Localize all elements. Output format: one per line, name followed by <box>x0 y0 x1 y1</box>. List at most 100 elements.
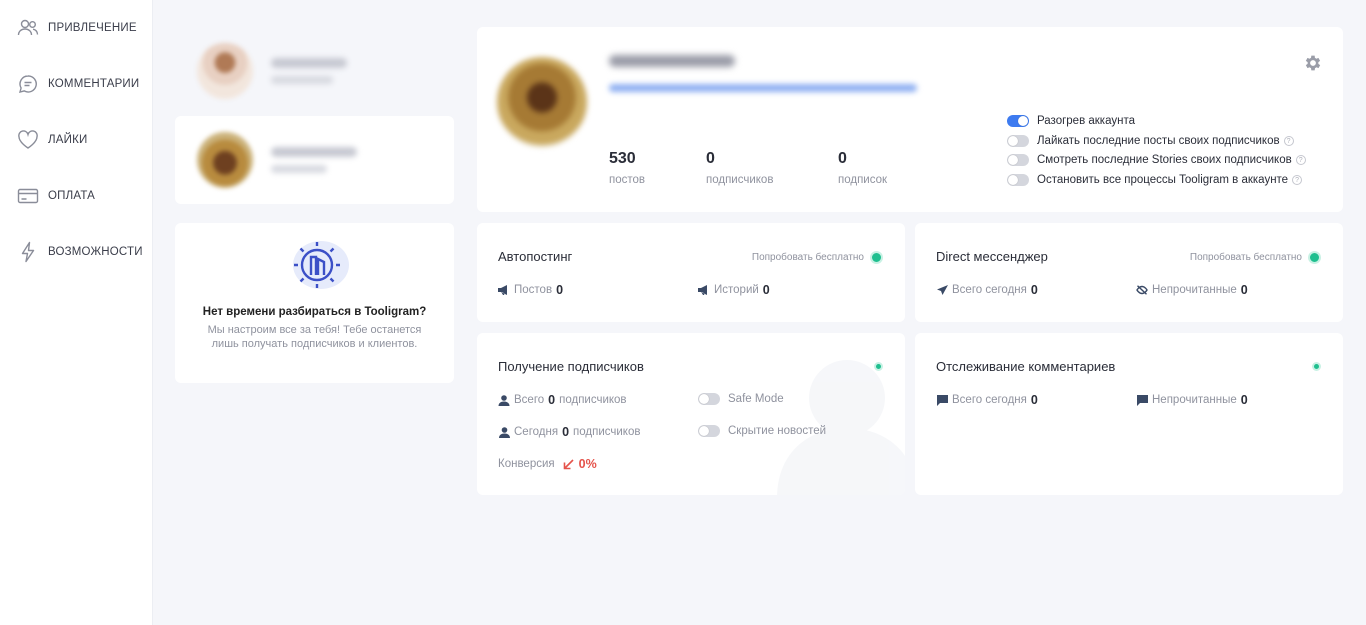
comments-title: Отслеживание комментариев <box>936 359 1116 374</box>
metric-unread: Непрочитанные 0 <box>1136 393 1248 407</box>
comment-icon <box>1136 394 1148 406</box>
autoposting-title: Автопостинг <box>498 249 573 264</box>
sidebar-item-label: ОПЛАТА <box>48 190 96 202</box>
metric-label: Непрочитанные <box>1152 394 1237 406</box>
metric-label: Всего сегодня <box>952 284 1027 296</box>
promo-title: Нет времени разбираться в Tooligram? <box>202 306 427 318</box>
promo-card[interactable]: Нет времени разбираться в Tooligram? Мы … <box>175 223 454 383</box>
option-label: Разогрев аккаунта <box>1037 115 1135 127</box>
autoposting-card[interactable]: Автопостинг Попробовать бесплатно Постов… <box>477 223 905 322</box>
hide-news-toggle[interactable] <box>698 425 720 437</box>
status-dot <box>870 251 883 264</box>
sidebar: ПРИВЛЕЧЕНИЕ КОММЕНТАРИИ ЛАЙКИ ОПЛАТА ВОЗ… <box>0 0 153 625</box>
users-icon <box>16 16 40 40</box>
help-icon[interactable]: ? <box>1295 155 1306 165</box>
direct-card[interactable]: Direct мессенджер Попробовать бесплатно … <box>915 223 1343 322</box>
followers-title: Получение подписчиков <box>498 359 644 374</box>
stat-following: 0 подписок <box>838 150 887 186</box>
sidebar-item-label: ЛАЙКИ <box>48 134 88 146</box>
sidebar-item-comments[interactable]: КОММЕНТАРИИ <box>16 72 139 96</box>
credit-card-icon <box>16 184 40 208</box>
followers-card[interactable]: Получение подписчиков Всего 0 подписчико… <box>477 333 905 495</box>
stop-all-toggle[interactable] <box>1007 174 1029 186</box>
gear-icon[interactable] <box>1303 53 1323 73</box>
metric-label: Всего сегодня <box>952 394 1027 406</box>
profile-link[interactable] <box>609 84 917 92</box>
metric-label: Сегодня <box>514 426 559 438</box>
safe-mode-toggle[interactable] <box>698 393 720 405</box>
help-icon[interactable]: ? <box>1283 136 1294 146</box>
metric-conversion: Конверсия 0% <box>498 457 597 471</box>
safe-mode-option: Safe Mode <box>698 393 784 405</box>
avatar <box>197 132 253 188</box>
help-icon[interactable]: ? <box>1292 175 1303 185</box>
try-free-label: Попробовать бесплатно <box>751 252 864 263</box>
metric-label: Конверсия <box>498 458 555 470</box>
option-warmup: Разогрев аккаунта <box>1007 114 1135 128</box>
tooligram-logo-icon <box>287 237 349 293</box>
option-label: Остановить все процессы Tooligram в акка… <box>1037 174 1289 186</box>
stat-posts: 530 постов <box>609 150 645 186</box>
option-label: Скрытие новостей <box>728 425 827 437</box>
heart-icon <box>16 128 40 152</box>
view-stories-toggle[interactable] <box>1007 154 1029 166</box>
megaphone-icon <box>698 284 710 296</box>
metric-unread: Непрочитанные 0 <box>1136 283 1248 297</box>
metric-value: 0 <box>562 425 570 439</box>
metric-value: 0 <box>1240 283 1248 297</box>
sidebar-item-features[interactable]: ВОЗМОЖНОСТИ <box>16 240 143 264</box>
stat-value: 530 <box>609 150 636 167</box>
avatar <box>197 43 253 99</box>
metric-value: 0 <box>1030 393 1038 407</box>
profile-card: 530 постов 0 подписчиков 0 подписок Разо… <box>477 27 1343 212</box>
metric-label: Историй <box>714 284 759 296</box>
eye-off-icon <box>1136 284 1148 296</box>
comments-card[interactable]: Отслеживание комментариев Всего сегодня … <box>915 333 1343 495</box>
hide-news-option: Скрытие новостей <box>698 425 826 437</box>
profile-avatar <box>497 57 587 147</box>
arrow-down-left-icon <box>563 458 575 470</box>
metric-total: Всего 0 подписчиков <box>498 393 627 407</box>
user-silhouette-icon <box>777 360 905 495</box>
sidebar-item-attraction[interactable]: ПРИВЛЕЧЕНИЕ <box>16 16 137 40</box>
warmup-toggle[interactable] <box>1007 115 1029 127</box>
sidebar-item-payment[interactable]: ОПЛАТА <box>16 184 95 208</box>
stat-label: постов <box>609 174 646 186</box>
try-free-link[interactable]: Попробовать бесплатно <box>1190 251 1321 264</box>
profile-username <box>609 55 735 67</box>
stat-label: подписчиков <box>706 174 774 186</box>
comment-icon <box>936 394 948 406</box>
sidebar-item-label: КОММЕНТАРИИ <box>48 78 140 90</box>
option-label: Смотреть последние Stories своих подписч… <box>1037 154 1292 166</box>
option-stop-all: Остановить все процессы Tooligram в акка… <box>1007 173 1303 187</box>
option-label: Safe Mode <box>728 393 784 405</box>
conversion-value: 0% <box>578 457 597 471</box>
metric-label: Непрочитанные <box>1152 284 1237 296</box>
metric-value: 0 <box>548 393 556 407</box>
metric-value: 0 <box>1030 283 1038 297</box>
like-posts-toggle[interactable] <box>1007 135 1029 147</box>
stat-label: подписок <box>838 174 888 186</box>
try-free-link[interactable]: Попробовать бесплатно <box>752 251 883 264</box>
promo-text: Мы настроим все за тебя! Тебе останется … <box>207 324 422 350</box>
status-dot <box>874 362 883 371</box>
sidebar-item-label: ВОЗМОЖНОСТИ <box>48 246 143 258</box>
account-info <box>271 58 347 84</box>
option-like-posts: Лайкать последние посты своих подписчико… <box>1007 134 1294 148</box>
user-plus-icon <box>498 394 510 406</box>
account-item[interactable] <box>175 27 454 115</box>
metric-today: Всего сегодня 0 <box>936 283 1038 297</box>
account-item-active[interactable] <box>175 116 454 204</box>
status-dot <box>1312 362 1321 371</box>
option-label: Лайкать последние посты своих подписчико… <box>1037 135 1280 147</box>
stat-value: 0 <box>838 150 847 167</box>
direct-title: Direct мессенджер <box>936 249 1048 264</box>
metric-stories: Историй 0 <box>698 283 770 297</box>
megaphone-icon <box>498 284 510 296</box>
comment-icon <box>16 72 40 96</box>
metric-posts: Постов 0 <box>498 283 563 297</box>
metric-label: Всего <box>514 394 545 406</box>
try-free-label: Попробовать бесплатно <box>1189 252 1302 263</box>
metric-tail: подписчиков <box>573 426 641 438</box>
sidebar-item-likes[interactable]: ЛАЙКИ <box>16 128 87 152</box>
